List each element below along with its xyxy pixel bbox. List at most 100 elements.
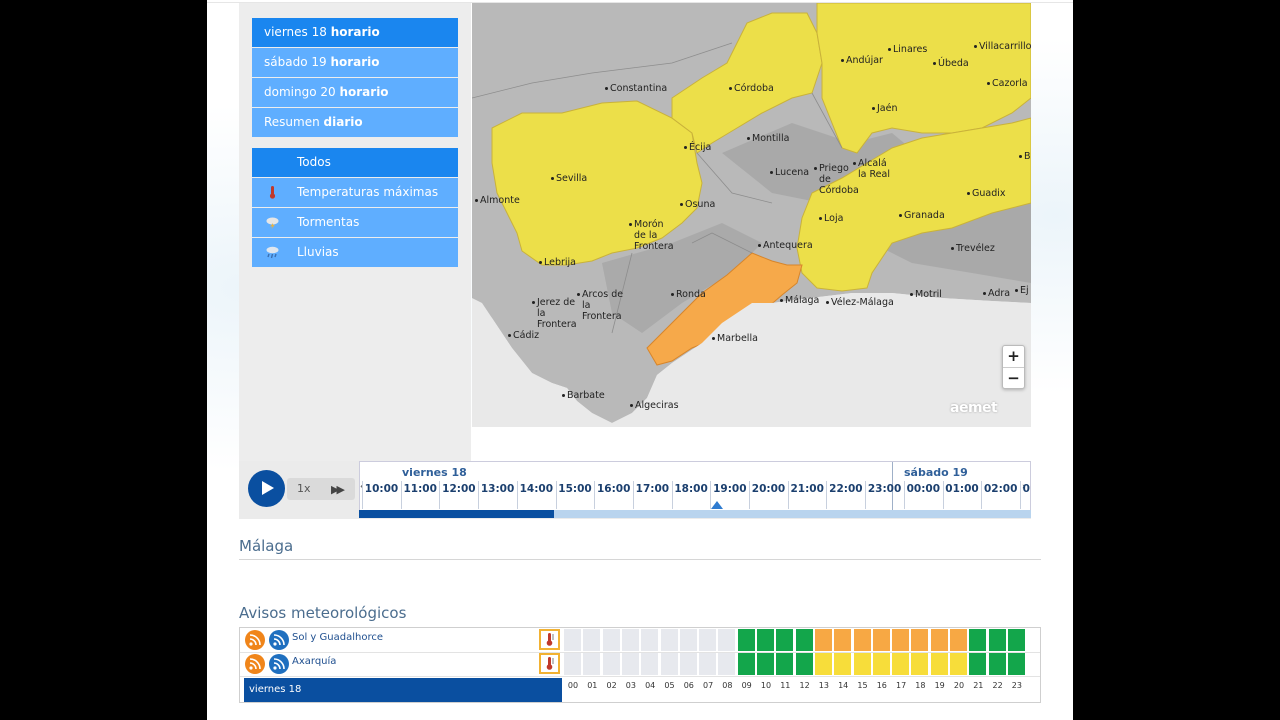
zone-name[interactable]: Axarquía <box>292 656 336 667</box>
rss-feed-icon[interactable] <box>245 654 265 674</box>
warning-cell[interactable] <box>950 653 968 675</box>
hour-cell[interactable]: 21:00 <box>787 481 826 509</box>
warning-cell[interactable] <box>911 629 930 651</box>
warnings-map[interactable]: Andújar Linares Villacarrillo Úbeda Cazorla C… <box>472 3 1031 427</box>
warning-cell[interactable] <box>641 629 660 651</box>
warning-cell[interactable] <box>988 653 1007 675</box>
zoom-out-button[interactable]: − <box>1003 368 1024 389</box>
warning-cell[interactable] <box>776 653 795 675</box>
warning-cell[interactable] <box>950 629 968 651</box>
warning-cell[interactable] <box>776 629 795 651</box>
hour-cell[interactable]: 02:00 <box>981 481 1019 509</box>
warning-cell[interactable] <box>892 653 911 675</box>
warning-cell[interactable] <box>853 629 872 651</box>
warnings-title: Avisos meteorológicos <box>239 604 407 622</box>
speed-control[interactable]: 1x ▶▶ <box>287 478 355 500</box>
hour-number: 02 <box>606 681 617 690</box>
warning-cell[interactable] <box>718 629 737 651</box>
warning-cell[interactable] <box>564 653 582 675</box>
hour-cell[interactable]: 22:00 <box>826 481 864 509</box>
city-label: Marbella <box>712 333 758 344</box>
hour-strip[interactable]: viernes 18 sábado 19 ‹ › 10:00 11:00 12:00… <box>359 461 1031 511</box>
warning-cell[interactable] <box>795 653 814 675</box>
warning-cell[interactable] <box>660 629 679 651</box>
warning-cell[interactable] <box>737 629 756 651</box>
warning-cell[interactable] <box>699 653 718 675</box>
warning-cell[interactable] <box>757 653 775 675</box>
filter-temperaturas[interactable]: Temperaturas máximas <box>252 178 458 207</box>
warning-cell[interactable] <box>602 653 621 675</box>
hour-cell[interactable]: 20:00 <box>749 481 787 509</box>
hour-cell[interactable]: 01:00 <box>942 481 981 509</box>
warning-cell[interactable] <box>699 629 718 651</box>
warning-cell[interactable] <box>660 653 679 675</box>
warning-cell[interactable] <box>988 629 1007 651</box>
progress-fill <box>359 510 554 518</box>
city-label: Écija <box>683 142 712 153</box>
hour-cell[interactable]: 12:00 <box>439 481 477 509</box>
warning-cell[interactable] <box>737 653 756 675</box>
hour-cell[interactable]: 10:00 <box>362 481 400 509</box>
warning-cell[interactable] <box>814 653 833 675</box>
warning-cell[interactable] <box>834 629 853 651</box>
warning-cell[interactable] <box>853 653 872 675</box>
city-label: Trevélez <box>951 243 995 254</box>
hour-cell[interactable]: 18:00 <box>671 481 710 509</box>
hour-cell[interactable]: 13:00 <box>478 481 516 509</box>
hour-cell[interactable]: 11:00 <box>400 481 439 509</box>
zone-name[interactable]: Sol y Guadalhorce <box>292 632 383 643</box>
menu-item-resumen[interactable]: Resumen diario <box>252 108 458 137</box>
warning-cell[interactable] <box>641 653 660 675</box>
hour-cell[interactable]: 23:00 <box>865 481 903 509</box>
warning-cell[interactable] <box>564 629 582 651</box>
warning-cell[interactable] <box>679 629 698 651</box>
hour-cell[interactable]: 15:00 <box>555 481 594 509</box>
warning-cell[interactable] <box>679 653 698 675</box>
warning-cell[interactable] <box>795 629 814 651</box>
warning-cell[interactable] <box>872 653 891 675</box>
warning-cell[interactable] <box>892 629 911 651</box>
warning-cell[interactable] <box>969 629 988 651</box>
rss-feed-icon[interactable] <box>245 630 265 650</box>
warning-cell[interactable] <box>621 653 640 675</box>
filter-tormentas[interactable]: Tormentas <box>252 208 458 237</box>
rss-feed-icon[interactable] <box>269 630 289 650</box>
menu-item-sabado[interactable]: sábado 19 horario <box>252 48 458 77</box>
rss-feed-icon[interactable] <box>269 654 289 674</box>
warning-cell[interactable] <box>930 653 949 675</box>
hour-number: 12 <box>799 681 810 690</box>
section-divider <box>239 559 1041 560</box>
warning-cell[interactable] <box>872 629 891 651</box>
warning-cell[interactable] <box>930 629 949 651</box>
warning-cell[interactable] <box>757 629 775 651</box>
hour-cell[interactable]: 00:00 <box>903 481 942 509</box>
warning-cell[interactable] <box>1007 653 1026 675</box>
zoom-in-button[interactable]: + <box>1003 346 1024 368</box>
warning-cell[interactable] <box>621 629 640 651</box>
fast-forward-icon[interactable]: ▶▶ <box>331 483 345 496</box>
hour-cell[interactable]: 14:00 <box>516 481 555 509</box>
warning-cell[interactable] <box>834 653 853 675</box>
hour-cell[interactable]: 16:00 <box>594 481 632 509</box>
warning-cell[interactable] <box>969 653 988 675</box>
warning-cell[interactable] <box>583 653 602 675</box>
menu-item-label: Resumen <box>264 115 320 129</box>
menu-item-viernes[interactable]: viernes 18 horario <box>252 18 458 47</box>
play-button[interactable] <box>248 470 285 507</box>
warning-cell[interactable] <box>583 629 602 651</box>
city-label: Priego de Córdoba <box>814 163 863 196</box>
progress-track[interactable] <box>359 510 1031 518</box>
hour-cell[interactable]: 17:00 <box>632 481 671 509</box>
warning-cell[interactable] <box>718 653 737 675</box>
city-label: Arcos de la Frontera <box>577 289 624 322</box>
hour-cell[interactable]: 03:00 <box>1019 481 1030 509</box>
filter-todos[interactable]: Todos <box>252 148 458 177</box>
warning-cell[interactable] <box>911 653 930 675</box>
warning-cell[interactable] <box>602 629 621 651</box>
warning-cell[interactable] <box>814 629 833 651</box>
menu-item-domingo[interactable]: domingo 20 horario <box>252 78 458 107</box>
menu-item-bold: horario <box>339 85 389 99</box>
filter-lluvias[interactable]: Lluvias <box>252 238 458 267</box>
hour-number: 22 <box>992 681 1003 690</box>
warning-cell[interactable] <box>1007 629 1026 651</box>
